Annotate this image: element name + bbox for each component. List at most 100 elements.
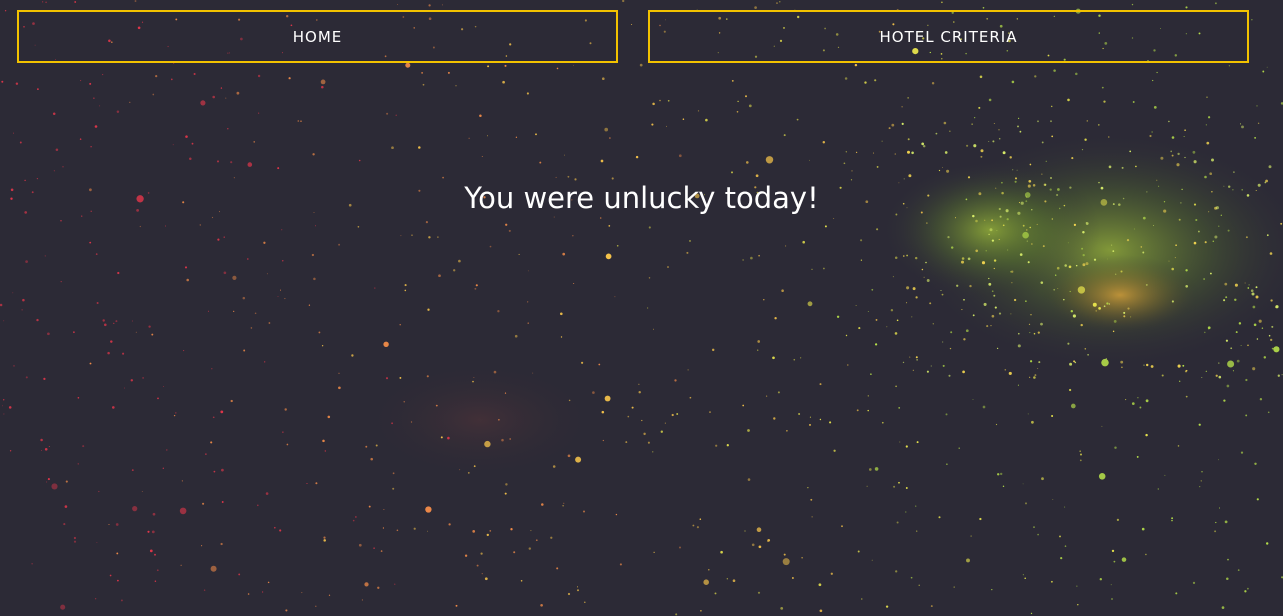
star: [777, 391, 780, 394]
star: [1075, 72, 1078, 76]
star: [1177, 152, 1180, 156]
star: [1129, 150, 1132, 153]
star: [925, 261, 927, 264]
star: [527, 301, 529, 303]
star: [598, 363, 601, 366]
star: [905, 511, 907, 513]
hotel-criteria-button[interactable]: HOTEL CRITERIA: [648, 10, 1249, 63]
star: [1040, 281, 1044, 284]
star: [184, 266, 188, 269]
star: [1108, 136, 1110, 138]
star: [836, 315, 840, 318]
star: [991, 219, 993, 222]
star: [383, 341, 389, 348]
star: [509, 438, 512, 440]
star: [225, 97, 227, 99]
star: [1256, 338, 1259, 340]
star: [867, 409, 869, 412]
star: [980, 155, 983, 158]
star: [44, 255, 46, 257]
star: [971, 123, 973, 125]
star: [819, 609, 823, 613]
star: [1184, 129, 1186, 131]
star: [978, 106, 981, 109]
star: [1029, 376, 1031, 378]
star: [358, 159, 361, 162]
star: [1201, 377, 1203, 379]
star: [481, 155, 483, 158]
star: [284, 298, 286, 300]
star: [1152, 79, 1154, 82]
star: [995, 423, 998, 426]
star: [212, 95, 215, 99]
star: [539, 161, 542, 164]
star: [1101, 425, 1103, 427]
star: [915, 505, 917, 507]
star: [757, 591, 761, 594]
star: [428, 4, 431, 7]
star: [1002, 151, 1006, 155]
star: [541, 503, 544, 506]
star: [212, 416, 215, 419]
star: [1221, 606, 1225, 609]
star: [223, 271, 227, 275]
star: [1208, 328, 1210, 330]
star: [1227, 360, 1235, 368]
star: [824, 225, 827, 228]
star: [1120, 270, 1123, 273]
star: [891, 123, 895, 127]
star: [396, 529, 399, 532]
star: [1103, 100, 1106, 103]
star: [1029, 163, 1032, 166]
star: [744, 530, 746, 532]
star: [854, 63, 858, 67]
star: [421, 72, 423, 74]
star: [514, 334, 518, 338]
star: [1197, 230, 1200, 233]
star: [1108, 165, 1112, 169]
star: [236, 91, 240, 95]
star: [355, 516, 357, 518]
star: [475, 284, 478, 287]
star: [1040, 322, 1043, 326]
star: [1247, 287, 1250, 289]
star: [266, 273, 268, 275]
star: [763, 299, 765, 301]
star: [425, 506, 432, 513]
star: [715, 444, 718, 447]
home-button[interactable]: HOME: [17, 10, 618, 63]
star: [117, 271, 120, 275]
star: [1170, 150, 1173, 153]
star: [455, 604, 458, 607]
star: [801, 557, 803, 559]
star: [365, 445, 368, 448]
star: [1084, 348, 1087, 350]
star: [639, 63, 643, 67]
star: [1209, 172, 1213, 176]
star: [279, 529, 282, 532]
star: [250, 327, 253, 329]
star: [1141, 527, 1145, 531]
star: [646, 307, 649, 309]
star: [74, 1, 77, 3]
star: [985, 250, 987, 252]
star: [608, 225, 611, 227]
star: [910, 576, 913, 579]
star: [392, 487, 395, 490]
star: [36, 318, 39, 322]
star: [946, 463, 948, 465]
star: [13, 365, 15, 367]
star: [758, 254, 760, 257]
star: [313, 277, 316, 281]
star: [1193, 160, 1197, 164]
star: [779, 1, 781, 3]
star: [123, 387, 125, 389]
star: [625, 441, 628, 444]
star: [1205, 124, 1207, 126]
star: [653, 551, 655, 553]
star: [1253, 323, 1257, 327]
star: [1055, 274, 1057, 276]
star: [1022, 224, 1025, 227]
star: [962, 370, 965, 374]
star: [689, 396, 692, 399]
